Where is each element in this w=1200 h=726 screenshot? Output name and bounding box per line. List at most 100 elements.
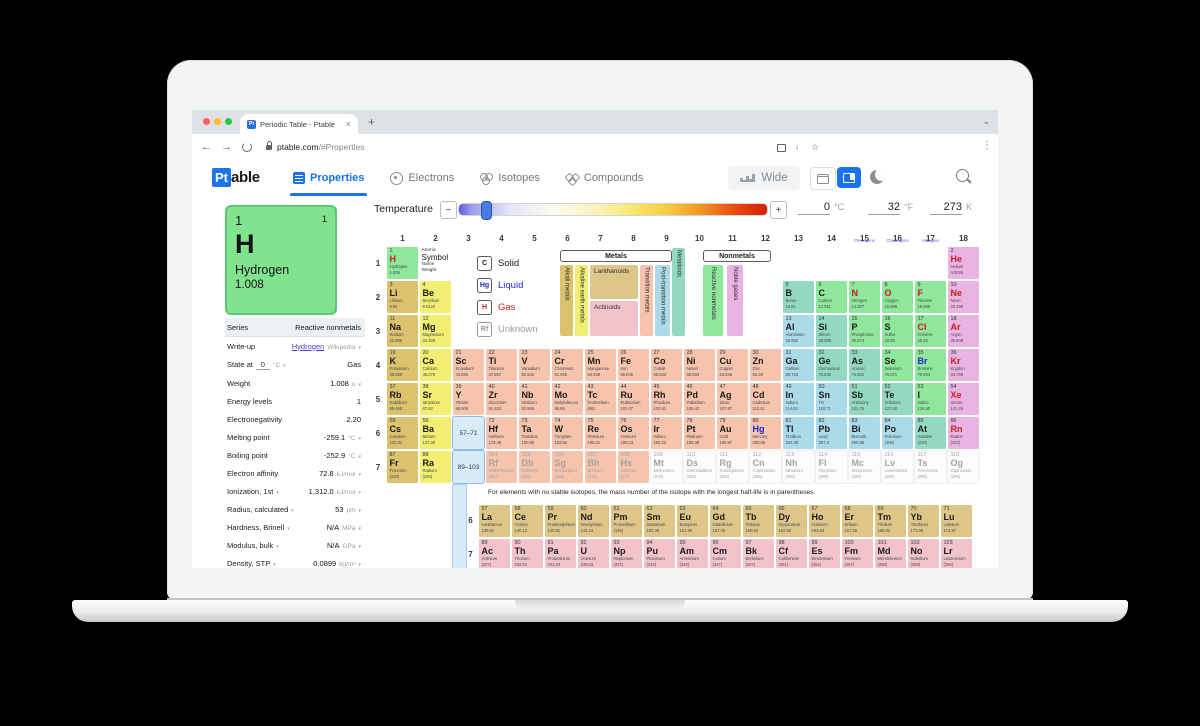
element-Nh[interactable]: 113NhNihonium(286) — [782, 450, 815, 484]
element-F[interactable]: 9FFluorine18.998 — [914, 280, 947, 314]
traffic-light-minimize[interactable] — [214, 118, 221, 125]
prop-row-radius-calculated[interactable]: Radius, calculated▾53pm▾ — [225, 500, 365, 518]
fblock-placeholder-7[interactable]: 89–103 — [452, 450, 485, 484]
element-Cd[interactable]: 48CdCadmium112.41 — [749, 382, 782, 416]
element-B[interactable]: 5BBoron10.81 — [782, 280, 815, 314]
prop-row-density-stp[interactable]: Density, STP▾0.0899kg/m³▾ — [225, 554, 365, 568]
element-Ba[interactable]: 56BaBarium137.33 — [419, 416, 452, 450]
element-Ar[interactable]: 18ArArgon39.948 — [947, 314, 980, 348]
element-Cm[interactable]: 96CmCurium(247) — [709, 538, 742, 568]
ptable-logo[interactable]: Ptable — [212, 168, 260, 187]
element-Al[interactable]: 13AlAluminium26.982 — [782, 314, 815, 348]
legend-strip-lanthanoids[interactable]: Lanthanoids — [590, 265, 638, 299]
element-P[interactable]: 15PPhosphorus30.974 — [848, 314, 881, 348]
element-In[interactable]: 49InIndium114.82 — [782, 382, 815, 416]
element-Zn[interactable]: 30ZnZinc65.38 — [749, 348, 782, 382]
tab-properties[interactable]: Properties — [280, 160, 377, 196]
element-Cr[interactable]: 24CrChromium51.996 — [551, 348, 584, 382]
element-He[interactable]: 2HeHelium4.0026 — [947, 246, 980, 280]
prop-row-series[interactable]: SeriesReactive nonmetals — [225, 318, 365, 337]
element-I[interactable]: 53IIodine126.90 — [914, 382, 947, 416]
tab-compounds[interactable]: Compounds — [553, 160, 656, 196]
element-Sn[interactable]: 50SnTin118.71 — [815, 382, 848, 416]
legend-strip-alkali[interactable]: Alkali metals — [560, 265, 573, 336]
tab-isotopes[interactable]: Isotopes — [467, 160, 553, 196]
prop-row-hardness-brinell[interactable]: Hardness, Brinell▾N/AMPa▾ — [225, 518, 365, 536]
element-Mo[interactable]: 42MoMolybdenum95.95 — [551, 382, 584, 416]
element-Sg[interactable]: 106SgSeaborgium(269) — [551, 450, 584, 484]
element-Pa[interactable]: 91PaProtactinium231.04 — [544, 538, 577, 568]
element-Nb[interactable]: 41NbNiobium92.906 — [518, 382, 551, 416]
legend-strip-metalloids[interactable]: Metalloids — [672, 248, 685, 336]
element-Mc[interactable]: 115McMoscovium(290) — [848, 450, 881, 484]
back-button[interactable]: ← — [201, 141, 212, 153]
temperature-minus-button[interactable]: − — [440, 201, 457, 219]
element-N[interactable]: 7NNitrogen14.007 — [848, 280, 881, 314]
temperature-plus-button[interactable]: + — [770, 201, 787, 219]
element-At[interactable]: 85AtAstatine(210) — [914, 416, 947, 450]
element-Tc[interactable]: 43TcTechnetium(98) — [584, 382, 617, 416]
url-field[interactable]: ptable.com/#Properties — [277, 142, 364, 152]
prop-row-electron-affinity[interactable]: Electron affinity72.8kJ/mol▾ — [225, 464, 365, 482]
element-Th[interactable]: 90ThThorium232.04 — [511, 538, 544, 568]
legend-strip-noble[interactable]: Noble gases — [727, 265, 743, 336]
element-Ag[interactable]: 47AgSilver107.87 — [716, 382, 749, 416]
element-Hs[interactable]: 108HsHassium(277) — [617, 450, 650, 484]
element-Cn[interactable]: 112CnCopernicium(285) — [749, 450, 782, 484]
element-Rg[interactable]: 111RgRoentgenium(282) — [716, 450, 749, 484]
element-Br[interactable]: 35BrBromine79.904 — [914, 348, 947, 382]
element-Es[interactable]: 99EsEinsteinium(252) — [808, 538, 841, 568]
traffic-light-zoom[interactable] — [225, 118, 232, 125]
prop-row-melting-point[interactable]: Melting point-259.1°C▾ — [225, 428, 365, 446]
prop-row-boiling-point[interactable]: Boiling point-252.9°C▾ — [225, 446, 365, 464]
element-Tb[interactable]: 65TbTerbium158.93 — [742, 504, 775, 538]
element-Po[interactable]: 84PoPolonium(209) — [881, 416, 914, 450]
element-Bi[interactable]: 83BiBismuth208.98 — [848, 416, 881, 450]
element-La[interactable]: 57LaLanthanum138.91 — [478, 504, 511, 538]
element-Os[interactable]: 76OsOsmium190.23 — [617, 416, 650, 450]
element-Cs[interactable]: 55CsCaesium132.91 — [386, 416, 419, 450]
element-Tm[interactable]: 69TmThulium168.93 — [874, 504, 907, 538]
legend-strip-transition[interactable]: Transition metals — [640, 265, 653, 336]
element-Zr[interactable]: 40ZrZirconium91.224 — [485, 382, 518, 416]
element-Cl[interactable]: 17ClChlorine35.45 — [914, 314, 947, 348]
element-Er[interactable]: 68ErErbium167.26 — [841, 504, 874, 538]
dark-mode-moon-icon[interactable] — [870, 170, 884, 184]
element-Au[interactable]: 79AuGold196.97 — [716, 416, 749, 450]
element-Ir[interactable]: 77IrIridium192.22 — [650, 416, 683, 450]
element-Li[interactable]: 3LiLithium6.94 — [386, 280, 419, 314]
element-Mn[interactable]: 25MnManganese54.938 — [584, 348, 617, 382]
element-Sr[interactable]: 38SrStrontium87.62 — [419, 382, 452, 416]
element-Rn[interactable]: 86RnRadon(222) — [947, 416, 980, 450]
element-Rh[interactable]: 45RhRhodium102.91 — [650, 382, 683, 416]
element-Ge[interactable]: 32GeGermanium72.630 — [815, 348, 848, 382]
element-Kr[interactable]: 36KrKrypton83.798 — [947, 348, 980, 382]
element-No[interactable]: 102NoNobelium(259) — [907, 538, 940, 568]
prop-row-write-up[interactable]: Write-upHydrogenWikipedia▾ — [225, 337, 365, 355]
element-Pd[interactable]: 46PdPalladium106.42 — [683, 382, 716, 416]
element-Ga[interactable]: 31GaGallium69.723 — [782, 348, 815, 382]
lock-icon[interactable] — [266, 145, 272, 150]
element-Pt[interactable]: 78PtPlatinum195.08 — [683, 416, 716, 450]
element-Sc[interactable]: 21ScScandium44.956 — [452, 348, 485, 382]
element-Bh[interactable]: 107BhBohrium(270) — [584, 450, 617, 484]
element-Na[interactable]: 11NaSodium22.990 — [386, 314, 419, 348]
element-Rb[interactable]: 37RbRubidium85.468 — [386, 382, 419, 416]
celsius-value[interactable]: 0 — [798, 201, 830, 215]
element-C[interactable]: 6CCarbon12.011 — [815, 280, 848, 314]
legend-strip-actinoids[interactable]: Actinoids — [590, 301, 638, 336]
element-Tl[interactable]: 81TlThallium204.38 — [782, 416, 815, 450]
element-Db[interactable]: 105DbDubnium(268) — [518, 450, 551, 484]
element-Ca[interactable]: 20CaCalcium40.078 — [419, 348, 452, 382]
element-Eu[interactable]: 63EuEuropium151.96 — [676, 504, 709, 538]
wide-layout-button[interactable]: Wide — [728, 166, 800, 190]
tab-strip-chevron-icon[interactable]: ⌄ — [982, 116, 990, 127]
prop-row-electronegativity[interactable]: Electronegativity2.20 — [225, 410, 365, 428]
element-Ce[interactable]: 58CeCerium140.12 — [511, 504, 544, 538]
element-Fr[interactable]: 87FrFrancium(223) — [386, 450, 419, 484]
writeup-link[interactable]: Hydrogen — [292, 342, 325, 351]
element-Ru[interactable]: 44RuRuthenium101.07 — [617, 382, 650, 416]
temperature-slider[interactable] — [458, 203, 768, 216]
traffic-light-close[interactable] — [203, 118, 210, 125]
element-Fl[interactable]: 114FlFlerovium(289) — [815, 450, 848, 484]
